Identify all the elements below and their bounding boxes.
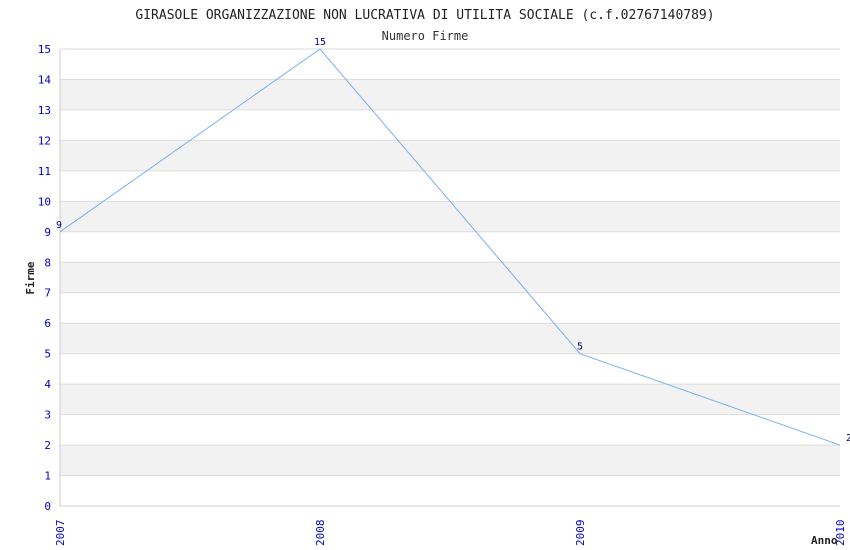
grid-band xyxy=(60,323,840,354)
data-label: 5 xyxy=(577,342,583,353)
y-tick-label: 10 xyxy=(38,195,51,208)
data-label: 2 xyxy=(846,433,850,444)
y-tick-label: 11 xyxy=(38,165,51,178)
chart-subtitle: Numero Firme xyxy=(382,29,469,43)
y-tick-label: 7 xyxy=(44,287,51,300)
grid-band xyxy=(60,262,840,293)
y-tick-label: 9 xyxy=(44,226,51,239)
x-axis-ticks: 2007 2008 2009 2010 xyxy=(54,520,847,547)
y-tick-label: 0 xyxy=(44,500,51,513)
grid-band xyxy=(60,79,840,110)
y-tick-label: 2 xyxy=(44,439,51,452)
x-tick-label: 2007 xyxy=(54,520,67,547)
grid-band xyxy=(60,140,840,171)
x-tick-label: 2009 xyxy=(574,520,587,547)
y-axis-ticks: 0123456789101112131415 xyxy=(38,43,52,513)
y-tick-label: 14 xyxy=(38,73,52,86)
data-label: 15 xyxy=(314,37,326,48)
chart-title: GIRASOLE ORGANIZZAZIONE NON LUCRATIVA DI… xyxy=(135,8,714,23)
y-tick-label: 6 xyxy=(44,317,51,330)
x-tick-label: 2008 xyxy=(314,520,327,547)
grid-band xyxy=(60,445,840,476)
y-tick-label: 8 xyxy=(44,256,51,269)
y-tick-label: 1 xyxy=(44,470,51,483)
background-bands xyxy=(60,79,840,476)
y-tick-label: 4 xyxy=(44,378,51,391)
line-chart: 0123456789101112131415 2007 2008 2009 2010 … xyxy=(24,8,850,547)
y-tick-label: 3 xyxy=(44,409,51,422)
y-tick-label: 13 xyxy=(38,104,51,117)
y-axis-title: Firme xyxy=(24,261,37,294)
y-tick-label: 15 xyxy=(38,43,51,56)
y-tick-label: 5 xyxy=(44,348,51,361)
y-tick-label: 12 xyxy=(38,134,51,147)
grid-band xyxy=(60,384,840,415)
grid-band xyxy=(60,201,840,232)
data-label: 9 xyxy=(56,220,62,231)
x-axis-title: Anno xyxy=(811,534,838,547)
